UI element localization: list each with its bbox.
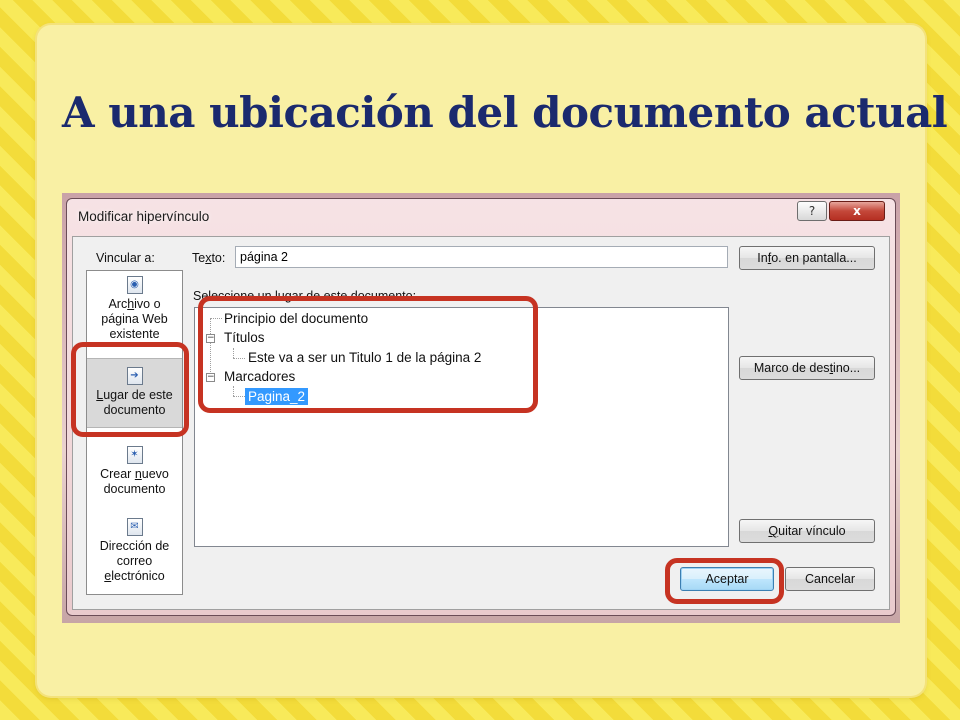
dialog-title: Modificar hipervínculo (78, 209, 210, 224)
new-document-icon: ✶ (126, 446, 143, 464)
screentip-button[interactable]: Info. en pantalla... (739, 246, 875, 270)
remove-link-button[interactable]: Quitar vínculo (739, 519, 875, 543)
close-button[interactable]: x (829, 201, 885, 221)
nav-existing-file[interactable]: ◉ Archivo o página Web existente (87, 276, 182, 346)
display-text-input[interactable]: página 2 (235, 246, 728, 268)
cancel-button[interactable]: Cancelar (785, 567, 875, 591)
target-frame-button[interactable]: Marco de destino... (739, 356, 875, 380)
link-to-label: Vincular a: (96, 251, 155, 265)
slide-title: A una ubicación del documento actual (62, 88, 948, 137)
highlight-ok-button (665, 558, 784, 604)
nav-email[interactable]: ✉ Dirección de correo electrónico (87, 518, 182, 590)
web-page-icon: ◉ (126, 276, 143, 294)
highlight-tree (198, 296, 538, 413)
highlight-nav-selection (71, 342, 189, 437)
email-icon: ✉ (126, 518, 143, 536)
text-label: Texto: (192, 251, 226, 265)
nav-new-document[interactable]: ✶ Crear nuevo documento (87, 446, 182, 502)
help-button[interactable]: ? (797, 201, 827, 221)
